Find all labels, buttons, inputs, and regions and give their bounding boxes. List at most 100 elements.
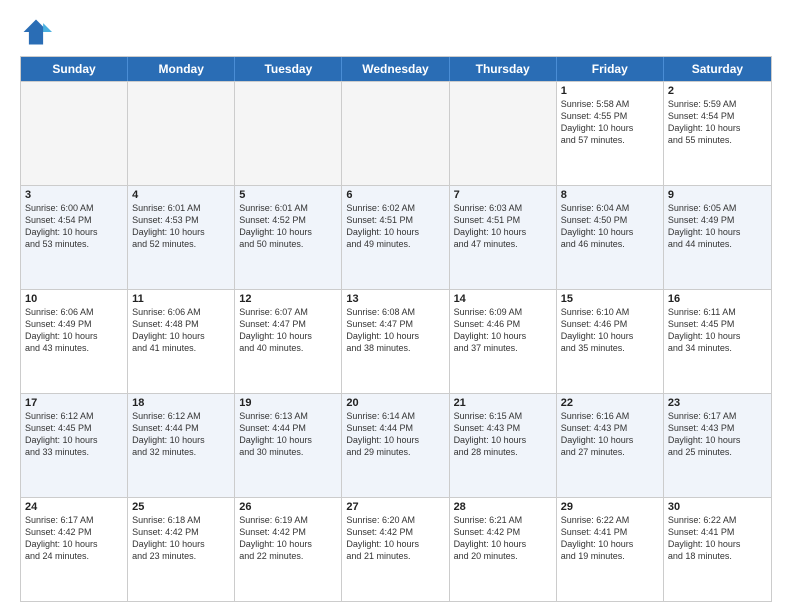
day-cell: 16Sunrise: 6:11 AM Sunset: 4:45 PM Dayli… bbox=[664, 290, 771, 393]
day-info: Sunrise: 6:06 AM Sunset: 4:48 PM Dayligh… bbox=[132, 306, 230, 355]
day-number: 29 bbox=[561, 501, 659, 513]
day-cell: 10Sunrise: 6:06 AM Sunset: 4:49 PM Dayli… bbox=[21, 290, 128, 393]
day-cell: 9Sunrise: 6:05 AM Sunset: 4:49 PM Daylig… bbox=[664, 186, 771, 289]
day-info: Sunrise: 5:58 AM Sunset: 4:55 PM Dayligh… bbox=[561, 98, 659, 147]
day-number: 10 bbox=[25, 293, 123, 305]
day-number: 25 bbox=[132, 501, 230, 513]
day-cell: 6Sunrise: 6:02 AM Sunset: 4:51 PM Daylig… bbox=[342, 186, 449, 289]
day-info: Sunrise: 6:22 AM Sunset: 4:41 PM Dayligh… bbox=[668, 514, 767, 563]
day-info: Sunrise: 6:11 AM Sunset: 4:45 PM Dayligh… bbox=[668, 306, 767, 355]
day-info: Sunrise: 5:59 AM Sunset: 4:54 PM Dayligh… bbox=[668, 98, 767, 147]
day-number: 2 bbox=[668, 85, 767, 97]
day-number: 21 bbox=[454, 397, 552, 409]
day-number: 7 bbox=[454, 189, 552, 201]
empty-cell bbox=[21, 82, 128, 185]
day-info: Sunrise: 6:12 AM Sunset: 4:44 PM Dayligh… bbox=[132, 410, 230, 459]
day-cell: 20Sunrise: 6:14 AM Sunset: 4:44 PM Dayli… bbox=[342, 394, 449, 497]
day-number: 15 bbox=[561, 293, 659, 305]
day-number: 18 bbox=[132, 397, 230, 409]
day-number: 5 bbox=[239, 189, 337, 201]
day-number: 17 bbox=[25, 397, 123, 409]
day-cell: 4Sunrise: 6:01 AM Sunset: 4:53 PM Daylig… bbox=[128, 186, 235, 289]
day-info: Sunrise: 6:13 AM Sunset: 4:44 PM Dayligh… bbox=[239, 410, 337, 459]
day-cell: 21Sunrise: 6:15 AM Sunset: 4:43 PM Dayli… bbox=[450, 394, 557, 497]
day-cell: 17Sunrise: 6:12 AM Sunset: 4:45 PM Dayli… bbox=[21, 394, 128, 497]
day-info: Sunrise: 6:00 AM Sunset: 4:54 PM Dayligh… bbox=[25, 202, 123, 251]
day-info: Sunrise: 6:17 AM Sunset: 4:42 PM Dayligh… bbox=[25, 514, 123, 563]
day-info: Sunrise: 6:03 AM Sunset: 4:51 PM Dayligh… bbox=[454, 202, 552, 251]
logo-icon bbox=[20, 16, 52, 48]
calendar-header: SundayMondayTuesdayWednesdayThursdayFrid… bbox=[21, 57, 771, 81]
day-number: 11 bbox=[132, 293, 230, 305]
day-number: 12 bbox=[239, 293, 337, 305]
day-number: 1 bbox=[561, 85, 659, 97]
day-cell: 22Sunrise: 6:16 AM Sunset: 4:43 PM Dayli… bbox=[557, 394, 664, 497]
day-info: Sunrise: 6:16 AM Sunset: 4:43 PM Dayligh… bbox=[561, 410, 659, 459]
day-info: Sunrise: 6:10 AM Sunset: 4:46 PM Dayligh… bbox=[561, 306, 659, 355]
day-cell: 3Sunrise: 6:00 AM Sunset: 4:54 PM Daylig… bbox=[21, 186, 128, 289]
calendar-row: 17Sunrise: 6:12 AM Sunset: 4:45 PM Dayli… bbox=[21, 393, 771, 497]
day-info: Sunrise: 6:01 AM Sunset: 4:52 PM Dayligh… bbox=[239, 202, 337, 251]
day-number: 8 bbox=[561, 189, 659, 201]
day-number: 22 bbox=[561, 397, 659, 409]
day-info: Sunrise: 6:07 AM Sunset: 4:47 PM Dayligh… bbox=[239, 306, 337, 355]
calendar: SundayMondayTuesdayWednesdayThursdayFrid… bbox=[20, 56, 772, 602]
header bbox=[20, 16, 772, 48]
day-cell: 23Sunrise: 6:17 AM Sunset: 4:43 PM Dayli… bbox=[664, 394, 771, 497]
day-number: 6 bbox=[346, 189, 444, 201]
day-info: Sunrise: 6:12 AM Sunset: 4:45 PM Dayligh… bbox=[25, 410, 123, 459]
calendar-row: 3Sunrise: 6:00 AM Sunset: 4:54 PM Daylig… bbox=[21, 185, 771, 289]
day-cell: 2Sunrise: 5:59 AM Sunset: 4:54 PM Daylig… bbox=[664, 82, 771, 185]
day-info: Sunrise: 6:04 AM Sunset: 4:50 PM Dayligh… bbox=[561, 202, 659, 251]
day-cell: 24Sunrise: 6:17 AM Sunset: 4:42 PM Dayli… bbox=[21, 498, 128, 601]
calendar-body: 1Sunrise: 5:58 AM Sunset: 4:55 PM Daylig… bbox=[21, 81, 771, 601]
calendar-row: 1Sunrise: 5:58 AM Sunset: 4:55 PM Daylig… bbox=[21, 81, 771, 185]
day-number: 23 bbox=[668, 397, 767, 409]
day-cell: 7Sunrise: 6:03 AM Sunset: 4:51 PM Daylig… bbox=[450, 186, 557, 289]
day-cell: 15Sunrise: 6:10 AM Sunset: 4:46 PM Dayli… bbox=[557, 290, 664, 393]
day-number: 24 bbox=[25, 501, 123, 513]
day-cell: 12Sunrise: 6:07 AM Sunset: 4:47 PM Dayli… bbox=[235, 290, 342, 393]
empty-cell bbox=[342, 82, 449, 185]
day-number: 28 bbox=[454, 501, 552, 513]
day-cell: 28Sunrise: 6:21 AM Sunset: 4:42 PM Dayli… bbox=[450, 498, 557, 601]
day-cell: 19Sunrise: 6:13 AM Sunset: 4:44 PM Dayli… bbox=[235, 394, 342, 497]
day-cell: 26Sunrise: 6:19 AM Sunset: 4:42 PM Dayli… bbox=[235, 498, 342, 601]
day-cell: 1Sunrise: 5:58 AM Sunset: 4:55 PM Daylig… bbox=[557, 82, 664, 185]
day-info: Sunrise: 6:20 AM Sunset: 4:42 PM Dayligh… bbox=[346, 514, 444, 563]
day-cell: 14Sunrise: 6:09 AM Sunset: 4:46 PM Dayli… bbox=[450, 290, 557, 393]
day-number: 9 bbox=[668, 189, 767, 201]
day-number: 4 bbox=[132, 189, 230, 201]
day-number: 14 bbox=[454, 293, 552, 305]
day-info: Sunrise: 6:17 AM Sunset: 4:43 PM Dayligh… bbox=[668, 410, 767, 459]
day-number: 3 bbox=[25, 189, 123, 201]
day-info: Sunrise: 6:08 AM Sunset: 4:47 PM Dayligh… bbox=[346, 306, 444, 355]
day-number: 19 bbox=[239, 397, 337, 409]
empty-cell bbox=[450, 82, 557, 185]
day-number: 16 bbox=[668, 293, 767, 305]
day-cell: 13Sunrise: 6:08 AM Sunset: 4:47 PM Dayli… bbox=[342, 290, 449, 393]
empty-cell bbox=[235, 82, 342, 185]
day-info: Sunrise: 6:18 AM Sunset: 4:42 PM Dayligh… bbox=[132, 514, 230, 563]
day-info: Sunrise: 6:19 AM Sunset: 4:42 PM Dayligh… bbox=[239, 514, 337, 563]
day-info: Sunrise: 6:09 AM Sunset: 4:46 PM Dayligh… bbox=[454, 306, 552, 355]
day-info: Sunrise: 6:05 AM Sunset: 4:49 PM Dayligh… bbox=[668, 202, 767, 251]
day-cell: 5Sunrise: 6:01 AM Sunset: 4:52 PM Daylig… bbox=[235, 186, 342, 289]
weekday-header: Saturday bbox=[664, 57, 771, 81]
calendar-row: 24Sunrise: 6:17 AM Sunset: 4:42 PM Dayli… bbox=[21, 497, 771, 601]
day-info: Sunrise: 6:15 AM Sunset: 4:43 PM Dayligh… bbox=[454, 410, 552, 459]
day-info: Sunrise: 6:01 AM Sunset: 4:53 PM Dayligh… bbox=[132, 202, 230, 251]
day-cell: 11Sunrise: 6:06 AM Sunset: 4:48 PM Dayli… bbox=[128, 290, 235, 393]
day-info: Sunrise: 6:06 AM Sunset: 4:49 PM Dayligh… bbox=[25, 306, 123, 355]
day-cell: 27Sunrise: 6:20 AM Sunset: 4:42 PM Dayli… bbox=[342, 498, 449, 601]
day-info: Sunrise: 6:02 AM Sunset: 4:51 PM Dayligh… bbox=[346, 202, 444, 251]
logo bbox=[20, 16, 56, 48]
weekday-header: Thursday bbox=[450, 57, 557, 81]
day-info: Sunrise: 6:21 AM Sunset: 4:42 PM Dayligh… bbox=[454, 514, 552, 563]
weekday-header: Friday bbox=[557, 57, 664, 81]
day-number: 27 bbox=[346, 501, 444, 513]
weekday-header: Monday bbox=[128, 57, 235, 81]
day-info: Sunrise: 6:14 AM Sunset: 4:44 PM Dayligh… bbox=[346, 410, 444, 459]
day-cell: 30Sunrise: 6:22 AM Sunset: 4:41 PM Dayli… bbox=[664, 498, 771, 601]
day-info: Sunrise: 6:22 AM Sunset: 4:41 PM Dayligh… bbox=[561, 514, 659, 563]
